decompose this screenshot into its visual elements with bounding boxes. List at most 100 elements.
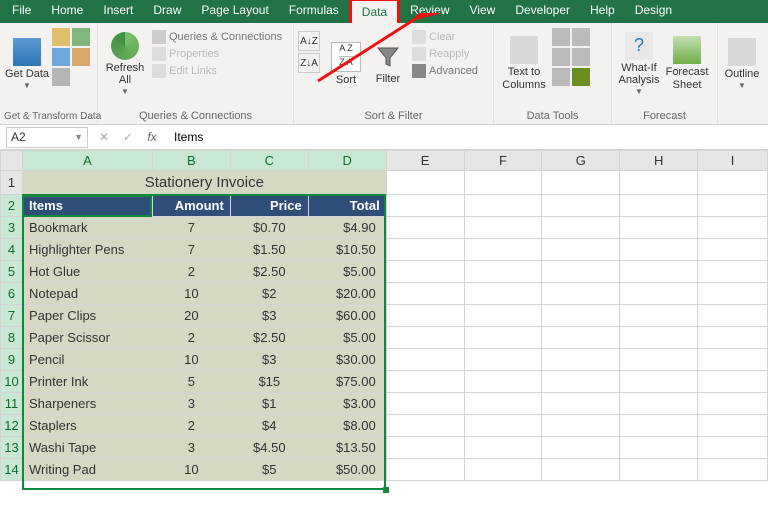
cell-amount[interactable]: 7 bbox=[152, 217, 230, 239]
cell-amount[interactable]: 3 bbox=[152, 437, 230, 459]
cell[interactable] bbox=[386, 283, 464, 305]
cell-item[interactable]: Bookmark bbox=[22, 217, 152, 239]
col-header-g[interactable]: G bbox=[542, 151, 620, 171]
cell-amount[interactable]: 7 bbox=[152, 239, 230, 261]
cell[interactable] bbox=[464, 437, 542, 459]
col-header-a[interactable]: A bbox=[22, 151, 152, 171]
col-header-f[interactable]: F bbox=[464, 151, 542, 171]
cell-item[interactable]: Hot Glue bbox=[22, 261, 152, 283]
tab-data[interactable]: Data bbox=[349, 0, 400, 23]
forecast-sheet-button[interactable]: Forecast Sheet bbox=[664, 25, 710, 103]
cell[interactable] bbox=[386, 459, 464, 481]
consolidate-icon[interactable] bbox=[572, 28, 590, 46]
cell[interactable] bbox=[542, 327, 620, 349]
cell[interactable] bbox=[620, 459, 698, 481]
cell-total[interactable]: $5.00 bbox=[308, 261, 386, 283]
cell[interactable] bbox=[386, 305, 464, 327]
queries-connections-button[interactable]: Queries & Connections bbox=[150, 29, 284, 45]
cell-total[interactable]: $75.00 bbox=[308, 371, 386, 393]
cell-total[interactable]: $60.00 bbox=[308, 305, 386, 327]
data-validation-icon[interactable] bbox=[552, 68, 570, 86]
tab-review[interactable]: Review bbox=[400, 0, 459, 23]
cell-price[interactable]: $2 bbox=[230, 283, 308, 305]
relationships-icon[interactable] bbox=[572, 48, 590, 66]
cell[interactable] bbox=[542, 261, 620, 283]
cell-price[interactable]: $2.50 bbox=[230, 261, 308, 283]
col-header-h[interactable]: H bbox=[620, 151, 698, 171]
cell-total[interactable]: $50.00 bbox=[308, 459, 386, 481]
clear-button[interactable]: Clear bbox=[410, 29, 480, 45]
col-header-d[interactable]: D bbox=[308, 151, 386, 171]
cell[interactable] bbox=[386, 261, 464, 283]
cell-amount[interactable]: 10 bbox=[152, 459, 230, 481]
cell[interactable] bbox=[464, 459, 542, 481]
tab-formulas[interactable]: Formulas bbox=[279, 0, 349, 23]
row-header-13[interactable]: 13 bbox=[1, 437, 23, 459]
cell-item[interactable]: Writing Pad bbox=[22, 459, 152, 481]
cell[interactable] bbox=[620, 415, 698, 437]
refresh-all-button[interactable]: Refresh All ▼ bbox=[102, 25, 148, 103]
header-total[interactable]: Total bbox=[308, 195, 386, 217]
cell[interactable] bbox=[698, 239, 768, 261]
cell[interactable] bbox=[386, 415, 464, 437]
cell[interactable] bbox=[620, 437, 698, 459]
cell-price[interactable]: $3 bbox=[230, 305, 308, 327]
cancel-formula-icon[interactable]: ✕ bbox=[96, 130, 112, 144]
cell-amount[interactable]: 10 bbox=[152, 283, 230, 305]
row-header-7[interactable]: 7 bbox=[1, 305, 23, 327]
cell[interactable] bbox=[620, 349, 698, 371]
cell-price[interactable]: $1 bbox=[230, 393, 308, 415]
cell-total[interactable]: $13.50 bbox=[308, 437, 386, 459]
manage-data-model-icon[interactable] bbox=[572, 68, 590, 86]
cell[interactable] bbox=[698, 459, 768, 481]
cell[interactable] bbox=[620, 393, 698, 415]
from-web-icon[interactable] bbox=[72, 28, 90, 46]
cell[interactable] bbox=[464, 283, 542, 305]
cell[interactable] bbox=[620, 371, 698, 393]
cell-price[interactable]: $0.70 bbox=[230, 217, 308, 239]
enter-formula-icon[interactable]: ✓ bbox=[120, 130, 136, 144]
cell[interactable] bbox=[620, 305, 698, 327]
tab-developer[interactable]: Developer bbox=[505, 0, 580, 23]
from-table-icon[interactable] bbox=[52, 48, 70, 66]
cell[interactable] bbox=[386, 217, 464, 239]
cell[interactable] bbox=[620, 217, 698, 239]
cell[interactable] bbox=[698, 415, 768, 437]
cell[interactable] bbox=[698, 437, 768, 459]
cell-price[interactable]: $15 bbox=[230, 371, 308, 393]
col-header-c[interactable]: C bbox=[230, 151, 308, 171]
cell[interactable] bbox=[698, 261, 768, 283]
sort-button[interactable]: A ZZ A Sort bbox=[326, 25, 366, 103]
cell-total[interactable]: $3.00 bbox=[308, 393, 386, 415]
outline-button[interactable]: Outline ▼ bbox=[722, 25, 762, 103]
cell[interactable] bbox=[620, 195, 698, 217]
cell[interactable] bbox=[386, 437, 464, 459]
cell[interactable] bbox=[698, 283, 768, 305]
cell[interactable] bbox=[620, 239, 698, 261]
cell-total[interactable]: $10.50 bbox=[308, 239, 386, 261]
row-header-14[interactable]: 14 bbox=[1, 459, 23, 481]
cell-item[interactable]: Pencil bbox=[22, 349, 152, 371]
cell[interactable] bbox=[464, 371, 542, 393]
cell[interactable] bbox=[542, 459, 620, 481]
existing-connections-icon[interactable] bbox=[52, 68, 70, 86]
cell[interactable] bbox=[542, 371, 620, 393]
cell[interactable] bbox=[464, 393, 542, 415]
tab-view[interactable]: View bbox=[460, 0, 506, 23]
cell-amount[interactable]: 2 bbox=[152, 415, 230, 437]
fx-icon[interactable]: fx bbox=[144, 130, 160, 144]
cell-item[interactable]: Paper Clips bbox=[22, 305, 152, 327]
cell-item[interactable]: Paper Scissor bbox=[22, 327, 152, 349]
row-header-4[interactable]: 4 bbox=[1, 239, 23, 261]
cell[interactable] bbox=[698, 305, 768, 327]
get-data-button[interactable]: Get Data ▼ bbox=[4, 25, 50, 103]
tab-help[interactable]: Help bbox=[580, 0, 625, 23]
filter-button[interactable]: Filter bbox=[368, 25, 408, 103]
cell-item[interactable]: Highlighter Pens bbox=[22, 239, 152, 261]
selection-handle[interactable] bbox=[383, 487, 389, 493]
cell[interactable] bbox=[620, 171, 698, 195]
row-header-8[interactable]: 8 bbox=[1, 327, 23, 349]
reapply-button[interactable]: Reapply bbox=[410, 46, 480, 62]
col-header-i[interactable]: I bbox=[698, 151, 768, 171]
tab-home[interactable]: Home bbox=[41, 0, 93, 23]
